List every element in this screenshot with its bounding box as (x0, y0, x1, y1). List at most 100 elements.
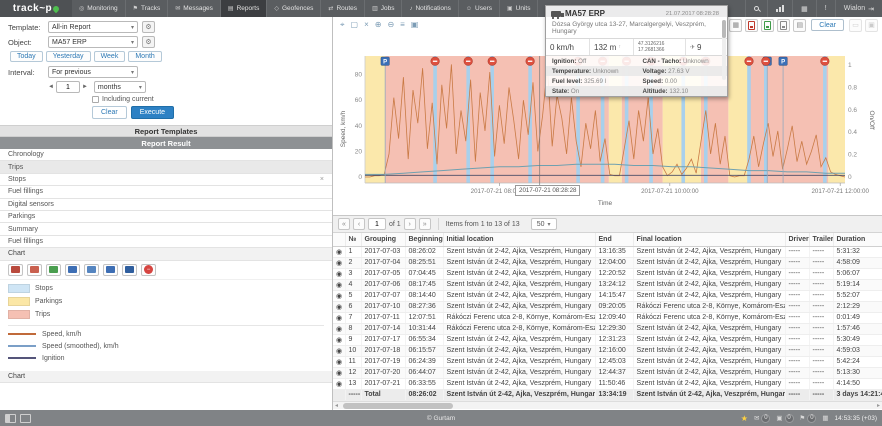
locate-row-icon[interactable]: ◉ (333, 378, 345, 389)
cell-beginning[interactable]: 06:55:34 (405, 334, 443, 345)
cell-beginning[interactable]: 06:33:55 (405, 378, 443, 389)
execute-button[interactable]: Execute (131, 106, 174, 119)
chart-toggle-blue-2[interactable] (84, 264, 99, 276)
interval-unit-select[interactable]: months ▾ (94, 81, 146, 93)
col-final-location[interactable]: Final location (633, 233, 785, 246)
template-settings-button[interactable]: ⚙ (142, 21, 155, 33)
col-end[interactable]: End (595, 233, 633, 246)
nav-item-units[interactable]: ▣Units (500, 0, 538, 17)
cell-beginning[interactable]: 08:27:36 (405, 301, 443, 312)
section-fuel-fillings[interactable]: Fuel fillings (0, 236, 332, 248)
nav-item-reports[interactable]: ▤Reports (221, 0, 267, 17)
calendar-button[interactable]: ▦ (729, 19, 742, 32)
close-section-icon[interactable]: × (320, 176, 324, 183)
horizontal-scrollbar[interactable]: ◂ ▸ (333, 401, 882, 409)
export-file-button[interactable] (777, 19, 790, 32)
user-menu[interactable]: Wialon ⇥ (835, 0, 882, 17)
cell-initial-location[interactable]: Szent István út 2-42, Ajka, Veszprém, Hu… (443, 279, 595, 290)
interval-count-input[interactable] (56, 81, 80, 93)
nav-item-routes[interactable]: ⇄Routes (321, 0, 365, 17)
cell-final-location[interactable]: Szent István út 2-42, Ajka, Veszprém, Hu… (633, 279, 785, 290)
locate-row-icon[interactable]: ◉ (333, 356, 345, 367)
locate-row-icon[interactable]: ◉ (333, 323, 345, 334)
scroll-left-icon[interactable]: ◂ (335, 402, 338, 409)
cell-end[interactable]: 09:20:05 (595, 301, 633, 312)
cell-end[interactable]: 12:29:30 (595, 323, 633, 334)
cell-end[interactable]: 12:16:00 (595, 345, 633, 356)
apps-grid-icon[interactable]: ▦ (822, 414, 828, 422)
section-trips[interactable]: Trips (0, 161, 332, 173)
cell-final-location[interactable]: Szent István út 2-42, Ajka, Veszprém, Hu… (633, 290, 785, 301)
col-driver[interactable]: Driver (785, 233, 809, 246)
cell-initial-location[interactable]: Rákóczi Ferenc utca 2-8, Környe, Komárom… (443, 312, 595, 323)
clear-button[interactable]: Clear (92, 106, 127, 119)
pager-next-button[interactable]: › (404, 218, 416, 230)
status-counter-envelope[interactable]: ✉0 (754, 414, 770, 423)
locate-row-icon[interactable]: ◉ (333, 345, 345, 356)
locate-row-icon[interactable]: ◉ (333, 279, 345, 290)
chart-toggle-green[interactable] (46, 264, 61, 276)
col-duration[interactable]: Duration (833, 233, 882, 246)
nav-item-notifications[interactable]: ♪Notifications (402, 0, 458, 17)
export-excel-button[interactable] (761, 19, 774, 32)
print-button[interactable]: ▤ (793, 19, 806, 32)
chart-clear-button[interactable]: Clear (811, 19, 844, 31)
section-chronology[interactable]: Chronology (0, 149, 332, 161)
cell-beginning[interactable]: 06:24:39 (405, 356, 443, 367)
nav-item-users[interactable]: ☺Users (459, 0, 500, 17)
col-beginning[interactable]: Beginning (405, 233, 443, 246)
select-icon[interactable]: ▢ (351, 18, 359, 32)
cell-final-location[interactable]: Szent István út 2-42, Ajka, Veszprém, Hu… (633, 268, 785, 279)
section-chart-footer[interactable]: Chart (0, 371, 332, 383)
col-initial-location[interactable]: Initial location (443, 233, 595, 246)
cell-initial-location[interactable]: Rákóczi Ferenc utca 2-8, Környe, Komárom… (443, 323, 595, 334)
cell-initial-location[interactable]: Szent István út 2-42, Ajka, Veszprém, Hu… (443, 356, 595, 367)
report-templates-header[interactable]: Report Templates (0, 125, 332, 137)
section-parkings[interactable]: Parkings (0, 211, 332, 223)
reset-icon[interactable]: × (364, 18, 369, 32)
settings-icon[interactable]: ▣ (411, 18, 419, 32)
cell-end[interactable]: 12:09:40 (595, 312, 633, 323)
increment-icon[interactable]: ► (82, 84, 88, 90)
cell-end[interactable]: 12:20:52 (595, 268, 633, 279)
cell-initial-location[interactable]: Szent István út 2-42, Ajka, Veszprém, Hu… (443, 268, 595, 279)
logo[interactable]: track~p (0, 0, 72, 17)
decrement-icon[interactable]: ◄ (48, 84, 54, 90)
pager-prev-button[interactable]: ‹ (353, 218, 365, 230)
scroll-right-icon[interactable]: ▸ (877, 402, 880, 409)
today-button[interactable]: Today (10, 51, 43, 62)
search-button[interactable] (745, 0, 767, 17)
nav-item-geofences[interactable]: ◇Geofences (267, 0, 321, 17)
locate-row-icon[interactable]: ◉ (333, 246, 345, 257)
cell-final-location[interactable]: Rákóczi Ferenc utca 2-8, Környe, Komárom… (633, 312, 785, 323)
cell-final-location[interactable]: Szent István út 2-42, Ajka, Veszprém, Hu… (633, 246, 785, 257)
cell-final-location[interactable]: Szent István út 2-42, Ajka, Veszprém, Hu… (633, 389, 785, 400)
template-select[interactable]: All-in Report ▾ (48, 21, 138, 33)
cell-beginning[interactable]: 08:25:51 (405, 257, 443, 268)
cell-initial-location[interactable]: Szent István út 2-42, Ajka, Veszprém, Hu… (443, 367, 595, 378)
cell-end[interactable]: 12:44:37 (595, 367, 633, 378)
chart-toggle-red-2[interactable] (27, 264, 42, 276)
cell-initial-location[interactable]: Szent István út 2-42, Ajka, Veszprém, Hu… (443, 301, 595, 312)
toggle-bottom-panel-icon[interactable] (20, 414, 31, 423)
page-number-input[interactable] (368, 218, 386, 230)
locate-row-icon[interactable] (333, 389, 345, 400)
cell-beginning[interactable]: 06:44:07 (405, 367, 443, 378)
chart-mode-button-1[interactable]: ▭ (849, 19, 862, 32)
nav-item-messages[interactable]: ✉Messages (168, 0, 221, 17)
cell-end[interactable]: 12:31:23 (595, 334, 633, 345)
cell-end[interactable]: 13:24:12 (595, 279, 633, 290)
locate-row-icon[interactable]: ◉ (333, 268, 345, 279)
status-counter-unit[interactable]: ▣0 (776, 414, 793, 423)
chart-toggle-blue-1[interactable] (65, 264, 80, 276)
toggle-left-panel-icon[interactable] (5, 414, 16, 423)
interval-select[interactable]: For previous ▾ (48, 66, 138, 78)
cell-beginning[interactable]: 10:31:44 (405, 323, 443, 334)
grid-button[interactable]: ▦ (792, 0, 816, 17)
cell-final-location[interactable]: Szent István út 2-42, Ajka, Veszprém, Hu… (633, 378, 785, 389)
chart-toggle-red-1[interactable] (8, 264, 23, 276)
locate-row-icon[interactable]: ◉ (333, 257, 345, 268)
section-fuel-fillings[interactable]: Fuel fillings (0, 186, 332, 198)
cell-initial-location[interactable]: Szent István út 2-42, Ajka, Veszprém, Hu… (443, 345, 595, 356)
cell-initial-location[interactable]: Szent István út 2-42, Ajka, Veszprém, Hu… (443, 246, 595, 257)
